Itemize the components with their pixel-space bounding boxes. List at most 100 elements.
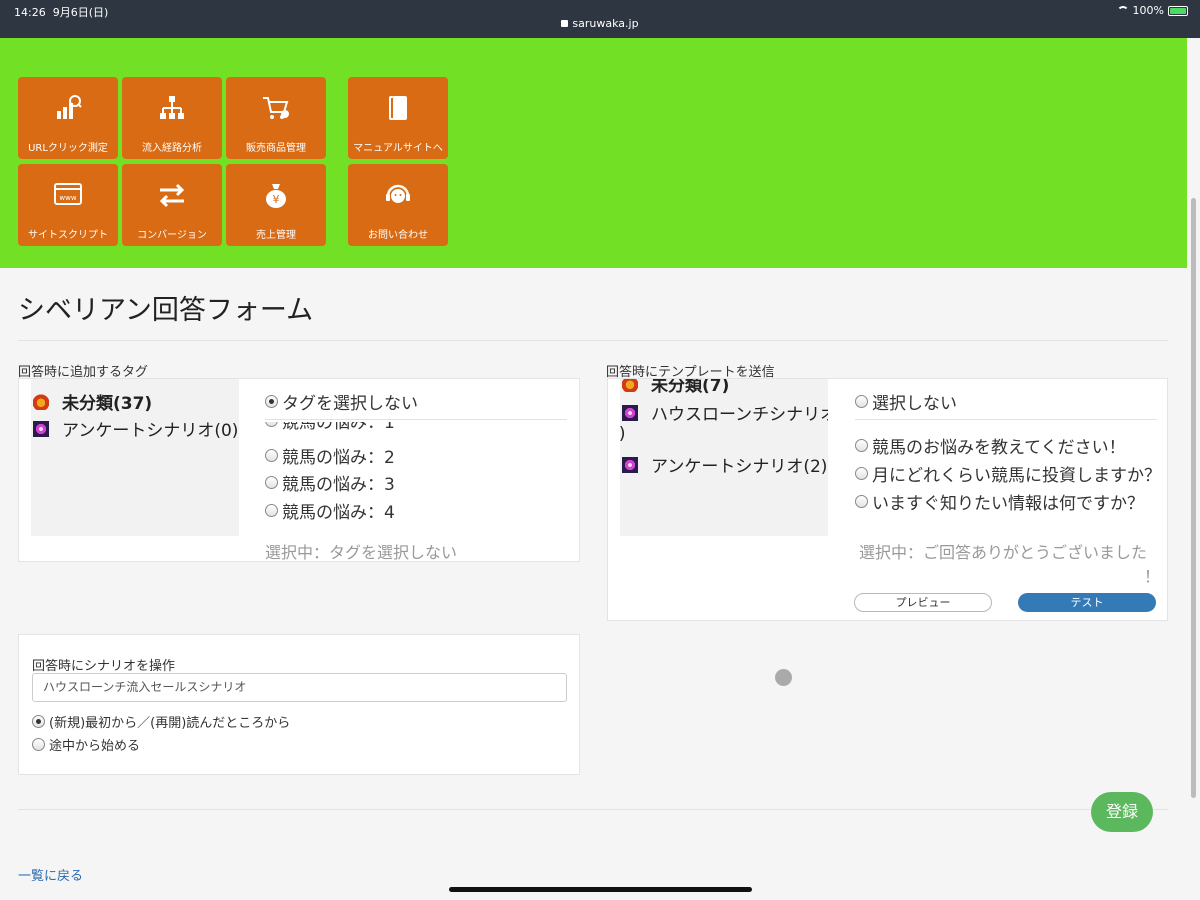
tree-item-label: アンケートシナリオ(2) [651,457,828,477]
tree-item-label: アンケートシナリオ(0) [62,421,239,441]
radio-icon[interactable] [855,495,868,508]
home-indicator[interactable] [449,887,752,892]
tag-option-3[interactable]: 競馬の悩み：3 [265,470,395,495]
scenario-select[interactable]: ハウスローンチ流入セールスシナリオ [32,673,567,702]
template-panel: 未分類(7) ハウスローンチシナリオ 0) アンケートシナリオ(2) 選択しない… [607,378,1168,621]
tag-option-partial[interactable]: 競馬の悩み：1 [265,422,395,432]
radio-icon[interactable] [855,395,868,408]
url-text: saruwaka.jp [572,17,639,30]
radio-checked-icon[interactable] [32,715,45,728]
option-label: 競馬のお悩みを教えてください！ [872,438,1126,458]
page-title: シベリアン回答フォーム [18,295,314,326]
tree-item-survey-scenario[interactable]: アンケートシナリオ(2) [622,452,827,477]
address-bar[interactable]: saruwaka.jp [0,17,1200,30]
tile-traffic-analysis[interactable]: 流入経路分析 [122,77,222,159]
scrollbar-thumb[interactable] [1191,198,1196,798]
svg-text:¥: ¥ [273,193,280,206]
tile-label: サイトスクリプト [28,230,108,241]
wifi-icon [1116,6,1129,15]
scenario-section-label: 回答時にシナリオを操作 [32,659,176,674]
radio-icon[interactable] [855,439,868,452]
scenario-option-middle[interactable]: 途中から始める [32,735,140,754]
tile-sales-management[interactable]: ¥ 売上管理 [226,164,326,246]
tile-conversion[interactable]: コンバージョン [122,164,222,246]
tree-item-house-launch[interactable]: ハウスローンチシナリオ [622,400,828,425]
lock-icon [561,20,569,27]
book-icon [348,91,448,125]
divider [855,419,1157,420]
tile-label: マニュアルサイトへ [353,143,443,154]
tile-manual-site[interactable]: マニュアルサイトへ [348,77,448,159]
tile-product-management[interactable]: 販売商品管理 [226,77,326,159]
page-scrollbar[interactable] [1187,38,1200,900]
battery-percent: 100% [1132,4,1164,17]
option-label: (新規)最初から／(再開)読んだところから [49,716,291,731]
tree-item-survey-scenario[interactable]: アンケートシナリオ(0) [33,416,238,441]
radio-icon[interactable] [32,738,45,751]
tile-label: コンバージョン [137,230,207,241]
divider [18,809,1168,810]
tile-label: 売上管理 [256,230,296,241]
firework-icon [622,404,638,421]
tag-option-4[interactable]: 競馬の悩み：4 [265,498,395,523]
cart-icon [226,91,326,125]
back-to-list-link[interactable]: 一覧に戻る [18,865,83,884]
tag-folder-tree: 未分類(37) アンケートシナリオ(0) [31,379,239,536]
tree-item-label: 0) [620,424,625,444]
tile-label: 流入経路分析 [142,143,202,154]
tag-no-select-option[interactable]: タグを選択しない [265,389,418,414]
option-label: いますぐ知りたい情報は何ですか？ [872,494,1144,514]
tile-label: URLクリック測定 [28,143,108,154]
radio-icon[interactable] [855,467,868,480]
tag-option-2[interactable]: 競馬の悩み：2 [265,443,395,468]
radio-icon[interactable] [265,476,278,489]
template-no-select-option[interactable]: 選択しない [855,389,957,414]
template-option-3[interactable]: いますぐ知りたい情報は何ですか？ [855,489,1144,514]
radio-icon[interactable] [265,504,278,517]
firework-icon [622,456,638,473]
tile-label: お問い合わせ [368,230,428,241]
test-button[interactable]: テスト [1018,593,1156,612]
status-indicators: 100% [1116,4,1188,17]
template-selected-status-wrap: ！ [1144,567,1161,586]
tag-selected-status: 選択中：タグを選択しない [265,543,458,562]
tree-item-label: 未分類(7) [651,379,730,396]
tree-item-house-launch-wrap: 0) [620,424,625,444]
arrows-swap-icon [122,178,222,212]
option-label: 競馬の悩み：3 [282,475,395,495]
tile-url-click[interactable]: URLクリック測定 [18,77,118,159]
svg-text:www: www [59,194,76,202]
scenario-option-new[interactable]: (新規)最初から／(再開)読んだところから [32,712,290,731]
radio-checked-icon[interactable] [265,395,278,408]
option-label: 月にどれくらい競馬に投資しますか？ [872,466,1161,486]
template-option-1[interactable]: 競馬のお悩みを教えてください！ [855,433,1126,458]
tag-panel: 未分類(37) アンケートシナリオ(0) タグを選択しない 競馬の悩み：1 競馬… [18,378,580,562]
option-label: 競馬の悩み：1 [282,422,395,432]
loading-indicator [775,669,792,686]
divider [265,419,567,420]
app-header: URLクリック測定 流入経路分析 販売商品管理 マニュアルサイトへ www サイ… [0,38,1187,268]
radio-icon[interactable] [265,449,278,462]
option-label: 選択しない [872,394,957,414]
maple-leaf-icon [33,393,49,410]
option-label: 途中から始める [49,739,141,754]
tile-site-script[interactable]: www サイトスクリプト [18,164,118,246]
tree-item-uncategorized[interactable]: 未分類(7) [622,379,729,396]
option-label: 競馬の悩み：2 [282,448,395,468]
tree-item-label: ハウスローンチシナリオ [651,405,828,425]
maple-leaf-icon [622,379,638,392]
hierarchy-icon [122,91,222,125]
template-option-2[interactable]: 月にどれくらい競馬に投資しますか？ [855,461,1161,486]
template-selected-status: 選択中：ご回答ありがとうございました [859,543,1148,562]
browser-www-icon: www [18,178,118,212]
register-button[interactable]: 登録 [1091,792,1153,832]
option-label: 競馬の悩み：4 [282,503,395,523]
option-label: タグを選択しない [282,394,418,414]
preview-button[interactable]: プレビュー [854,593,992,612]
status-bar: 14:26 9月6日(日) saruwaka.jp 100% [0,0,1200,38]
tile-contact[interactable]: お問い合わせ [348,164,448,246]
money-bag-icon: ¥ [226,178,326,212]
battery-icon [1168,5,1188,16]
radio-icon[interactable] [265,422,278,427]
tree-item-uncategorized[interactable]: 未分類(37) [33,389,152,414]
